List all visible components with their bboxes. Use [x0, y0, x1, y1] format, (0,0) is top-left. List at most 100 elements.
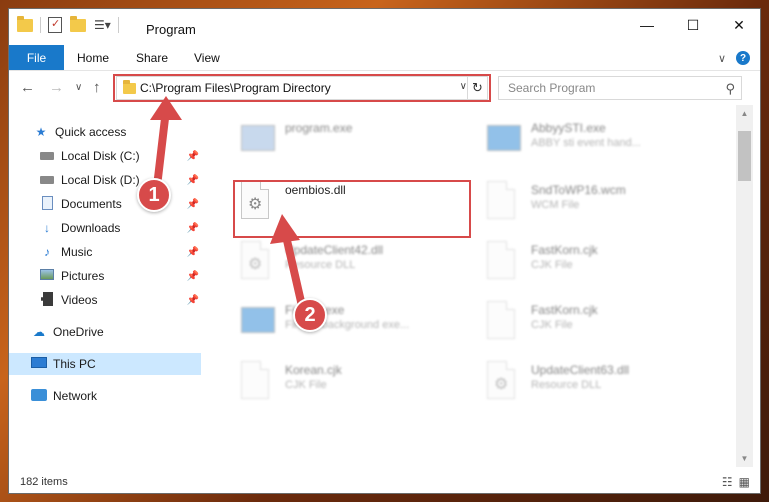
file-icon: [487, 301, 521, 343]
scroll-down-icon[interactable]: ▼: [736, 450, 753, 467]
file-highlight-box: [233, 180, 471, 238]
file-type: CJK File: [531, 259, 573, 271]
file-type: CJK File: [531, 319, 573, 331]
pin-icon[interactable]: 📌: [187, 271, 199, 282]
documents-icon: [39, 195, 55, 213]
back-button[interactable]: ←: [20, 79, 35, 96]
sidebar-item-label: Network: [53, 389, 98, 403]
dll-icon: ⚙: [487, 361, 521, 403]
sidebar-item-local-disk-c[interactable]: Local Disk (C:) 📌: [9, 145, 201, 167]
sidebar-item-label: Local Disk (C:): [61, 149, 140, 163]
file-icon: [241, 361, 275, 403]
tab-home[interactable]: Home: [77, 51, 109, 65]
file-item[interactable]: Korean.cjk CJK File: [231, 353, 476, 409]
close-button[interactable]: ✕: [716, 9, 760, 41]
file-name: FastKorn.cjk: [531, 243, 598, 257]
file-item[interactable]: FastKorn.cjk CJK File: [477, 293, 722, 349]
search-placeholder: Search Program: [508, 81, 596, 95]
file-name: FastKorn.cjk: [531, 303, 598, 317]
pin-icon[interactable]: 📌: [187, 247, 199, 258]
up-button[interactable]: ↑: [93, 79, 101, 96]
sidebar-item-local-disk-d[interactable]: Local Disk (D:) 📌: [9, 169, 201, 191]
sidebar-item-music[interactable]: ♪ Music 📌: [9, 241, 201, 263]
file-type: CJK File: [285, 379, 327, 391]
divider: [117, 17, 119, 33]
file-item[interactable]: ⚙ UpdateClient42.dll Resource DLL: [231, 233, 476, 289]
cloud-icon: ☁: [33, 325, 45, 339]
file-name: AbbyySTI.exe: [531, 121, 606, 135]
tiles-view-icon[interactable]: ▦: [739, 475, 750, 489]
pictures-icon: [39, 269, 55, 283]
minimize-button[interactable]: —: [624, 9, 670, 41]
file-item[interactable]: FastKorn.cjk CJK File: [477, 233, 722, 289]
exe-icon: [241, 301, 275, 343]
details-view-icon[interactable]: ☷: [722, 475, 733, 489]
sidebar-item-label: Quick access: [55, 125, 127, 139]
navigation-pane: ★ Quick access Local Disk (C:) 📌 Local D…: [9, 105, 201, 467]
computer-icon: [31, 357, 47, 371]
download-icon: ↓: [44, 221, 50, 235]
music-icon: ♪: [44, 245, 50, 259]
pin-icon[interactable]: 📌: [187, 151, 199, 162]
sidebar-item-quick-access[interactable]: ★ Quick access: [9, 121, 201, 143]
folder-icon[interactable]: [17, 15, 33, 32]
sidebar-item-label: Documents: [61, 197, 122, 211]
network-icon: [31, 388, 47, 404]
view-switcher: ☷ ▦: [722, 475, 750, 489]
sidebar-item-videos[interactable]: Videos 📌: [9, 289, 201, 311]
pin-icon[interactable]: 📌: [187, 175, 199, 186]
file-item[interactable]: ⚙ UpdateClient63.dll Resource DLL: [477, 353, 722, 409]
file-type: Resource DLL: [285, 259, 356, 271]
sidebar-item-label: Videos: [61, 293, 98, 307]
search-icon[interactable]: ⚲: [725, 81, 735, 97]
exe-icon: [241, 119, 275, 161]
pin-icon[interactable]: 📌: [187, 199, 199, 210]
scroll-up-icon[interactable]: ▲: [736, 105, 753, 122]
exe-icon: [487, 119, 521, 161]
sidebar-item-onedrive[interactable]: ☁ OneDrive: [9, 321, 201, 343]
properties-icon[interactable]: [48, 17, 62, 33]
file-item[interactable]: program.exe: [231, 111, 476, 167]
vertical-scrollbar[interactable]: ▲ ▼: [736, 105, 753, 467]
new-folder-icon[interactable]: [70, 15, 86, 32]
file-item[interactable]: SndToWP16.wcm WCM File: [477, 173, 722, 229]
drive-icon: [39, 149, 55, 163]
pin-icon[interactable]: 📌: [187, 223, 199, 234]
sidebar-item-downloads[interactable]: ↓ Downloads 📌: [9, 217, 201, 239]
sidebar-item-label: Music: [61, 245, 93, 259]
sidebar-item-pictures[interactable]: Pictures 📌: [9, 265, 201, 287]
search-input[interactable]: Search Program ⚲: [498, 76, 742, 100]
star-icon: ★: [35, 125, 47, 139]
title-bar: ☰▾ Program — ☐ ✕: [9, 9, 760, 41]
drive-icon: [39, 173, 55, 187]
sidebar-item-label: OneDrive: [53, 325, 104, 339]
tab-view[interactable]: View: [194, 51, 220, 65]
sidebar-item-network[interactable]: Network: [9, 385, 201, 407]
divider: [40, 17, 41, 33]
ribbon-controls: ∨ ?: [718, 51, 750, 65]
file-item[interactable]: Firefox.exe Firefox background exe...: [231, 293, 476, 349]
file-type: Resource DLL: [531, 379, 602, 391]
customize-icon[interactable]: ☰▾: [94, 18, 111, 32]
sidebar-item-label: Local Disk (D:): [61, 173, 140, 187]
videos-icon: [39, 291, 55, 309]
file-item[interactable]: AbbyySTI.exe ABBY sti event hand...: [477, 111, 722, 167]
tab-share[interactable]: Share: [136, 51, 168, 65]
file-name: UpdateClient63.dll: [531, 363, 630, 377]
window-title: Program: [146, 22, 196, 37]
sidebar-item-documents[interactable]: Documents 📌: [9, 193, 201, 215]
forward-button[interactable]: →: [49, 79, 64, 96]
pin-icon[interactable]: 📌: [187, 295, 199, 306]
sidebar-item-label: Downloads: [61, 221, 121, 235]
quick-access-toolbar: ☰▾: [17, 15, 126, 33]
expand-ribbon-icon[interactable]: ∨: [718, 52, 726, 65]
address-row: ← → ∨ ↑ C:\Program Files\Program Directo…: [9, 71, 760, 105]
dll-icon: ⚙: [241, 241, 275, 283]
sidebar-item-this-pc[interactable]: This PC: [9, 353, 201, 375]
scrollbar-thumb[interactable]: [738, 131, 751, 181]
help-icon[interactable]: ?: [736, 51, 750, 65]
file-tab[interactable]: File: [9, 45, 64, 70]
maximize-button[interactable]: ☐: [670, 9, 716, 41]
recent-locations-button[interactable]: ∨: [75, 82, 82, 93]
sidebar-item-label: This PC: [53, 357, 96, 371]
